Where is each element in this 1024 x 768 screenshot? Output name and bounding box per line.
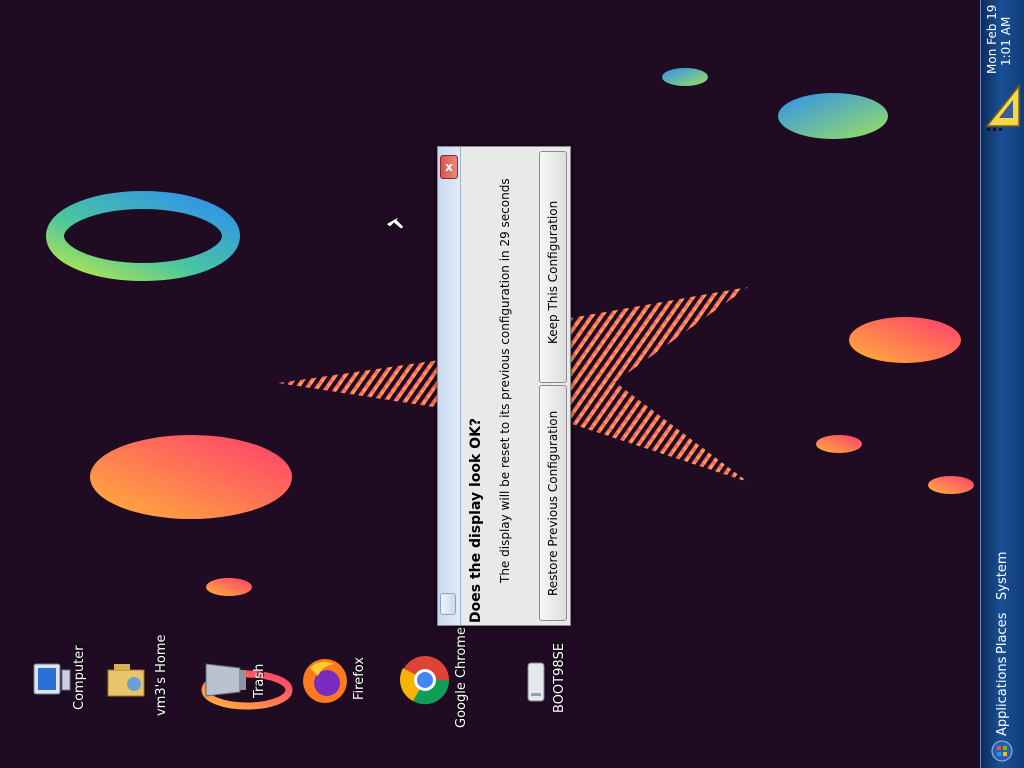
home-folder-icon <box>107 664 145 697</box>
trash-icon <box>205 663 246 697</box>
restore-button-label: Restore Previous Configuration <box>546 410 560 596</box>
dialog-heading: Does the display look OK? <box>468 417 484 623</box>
top-panel: Mon Feb 19 1:01 AM System Places Applica… <box>980 0 1024 768</box>
desktop-icon-computer[interactable]: Computer <box>28 645 90 732</box>
desktop-icon-label: Firefox <box>352 656 367 700</box>
menu-applications-label: Applications <box>995 656 1010 736</box>
set-square-icon <box>985 83 1020 131</box>
desktop-icon-chrome[interactable]: Google Chrome <box>398 627 470 730</box>
keep-configuration-button[interactable]: Keep This Configuration <box>539 151 567 383</box>
clock-time: 1:01 AM <box>999 16 1013 66</box>
restore-previous-button[interactable]: Restore Previous Configuration <box>539 385 567 621</box>
drive-icon <box>527 662 545 702</box>
desktop-icon-label: Google Chrome <box>454 627 469 728</box>
menu-system-label: System <box>995 551 1010 600</box>
menu-system[interactable]: System <box>989 548 1017 602</box>
desktop-icon-home[interactable]: vm3's Home <box>104 635 174 732</box>
desktop-icon-boot98se[interactable]: BOOT98SE <box>518 642 574 715</box>
close-button[interactable]: x <box>440 155 458 179</box>
display-confirm-dialog: x Does the display look OK? The display … <box>437 146 571 626</box>
close-icon: x <box>445 160 453 174</box>
desktop-icon-label: Trash <box>252 663 267 698</box>
desktop-icon-label: Computer <box>72 645 87 710</box>
computer-icon <box>33 663 71 695</box>
clock-date: Mon Feb 19 <box>985 4 999 74</box>
menu-applications[interactable]: Applications <box>989 650 1017 766</box>
menu-places-label: Places <box>995 612 1010 654</box>
dialog-message: The display will be reset to its previou… <box>498 178 512 583</box>
panel-clock[interactable]: Mon Feb 19 1:01 AM <box>981 0 1024 76</box>
desktop-icon-label: vm3's Home <box>154 634 169 717</box>
desktop-icon-trash[interactable]: Trash <box>198 656 270 704</box>
desktop: Computer vm3's Home Trash Firefox Google… <box>0 0 980 768</box>
desktop-icon-label: BOOT98SE <box>552 642 567 713</box>
firefox-icon <box>303 659 347 703</box>
dialog-titlebar[interactable]: x <box>438 147 461 625</box>
keep-button-label: Keep This Configuration <box>546 200 560 344</box>
start-logo-icon <box>991 740 1013 762</box>
panel-applet[interactable] <box>983 80 1023 134</box>
menu-places[interactable]: Places <box>989 604 1017 656</box>
desktop-icon-firefox[interactable]: Firefox <box>298 654 370 706</box>
chrome-icon <box>399 656 450 705</box>
dialog-handle[interactable] <box>440 593 456 615</box>
